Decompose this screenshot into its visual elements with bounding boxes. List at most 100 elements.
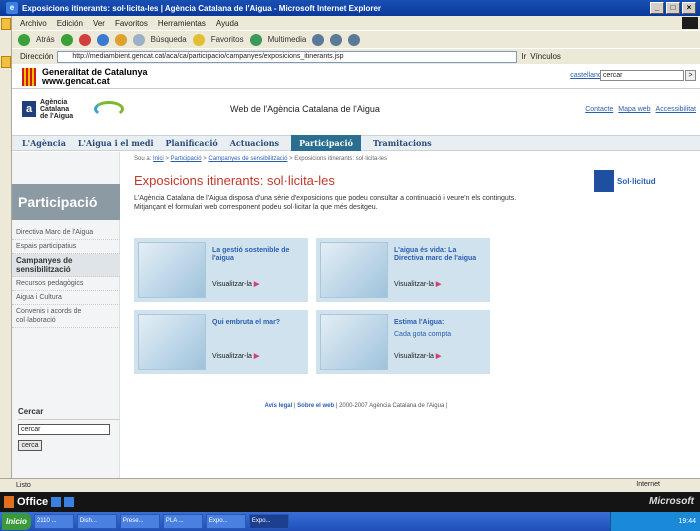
gencat-header: Generalitat de Catalunya www.gencat.cat … [12, 65, 700, 89]
minimize-button[interactable]: _ [650, 2, 664, 14]
breadcrumb-inici[interactable]: Inici [153, 156, 164, 162]
breadcrumb: Sou a: Inici > Participació > Campanyes … [134, 156, 387, 162]
aca-name-line2: de l'Aigua [40, 112, 74, 120]
maximize-button[interactable]: □ [666, 2, 680, 14]
taskbar-item[interactable]: Expo... [205, 514, 246, 529]
sidebar-item-cultura[interactable]: Aigua i Cultura [12, 291, 120, 305]
multimedia-button[interactable]: Multimedia [268, 35, 307, 44]
sidebar-item-convenis[interactable]: Convenis i acords de col·laboració [12, 305, 120, 328]
aca-logo-icon[interactable]: a [22, 101, 36, 117]
gencat-search-input[interactable]: cercar [600, 70, 684, 81]
menu-ayuda[interactable]: Ayuda [216, 19, 239, 28]
exhibition-card: Qui embruta el mar? Visualitzar-la ▶ [134, 310, 308, 374]
back-arrow-icon[interactable] [18, 33, 30, 46]
nav-agencia[interactable]: L'Agència [22, 138, 66, 148]
gencat-logo-icon[interactable] [22, 67, 36, 86]
favorites-button[interactable]: Favoritos [211, 35, 244, 44]
refresh-icon[interactable] [96, 33, 109, 46]
clock[interactable]: 19:44 [678, 518, 696, 525]
forward-arrow-icon[interactable] [60, 33, 73, 46]
sidebar-title: Participació [12, 184, 120, 220]
lang-castellano[interactable]: castellano [570, 72, 602, 79]
taskbar-item[interactable]: Dish... [76, 514, 117, 529]
multimedia-icon[interactable] [249, 33, 262, 46]
gencat-search-button[interactable]: > [685, 70, 696, 81]
aca-name[interactable]: Agència Catalana de l'Aigua [40, 99, 88, 120]
footer-legal-link[interactable]: Avís legal [264, 403, 292, 409]
search-button[interactable]: Búsqueda [151, 35, 187, 44]
exhibition-card: L'aigua és vida: La Directiva marc de l'… [316, 238, 490, 302]
link-accessibilitat[interactable]: Accessibilitat [656, 106, 696, 113]
exhibition-thumbnail[interactable] [138, 242, 206, 298]
print-icon[interactable] [348, 33, 361, 46]
taskbar-item[interactable]: PLA ... [162, 514, 203, 529]
aca-name-line1: Agència Catalana [40, 98, 70, 113]
links-button[interactable]: Vínculos [530, 52, 561, 61]
exhibition-title[interactable]: La gestió sostenible de l'aigua [212, 247, 304, 263]
taskbar-item-active[interactable]: Expo... [248, 514, 289, 529]
nav-participacio[interactable]: Participació [291, 135, 361, 151]
mail-icon[interactable] [330, 33, 343, 46]
url-input[interactable]: http://mediambient.gencat.cat/aca/ca/par… [57, 50, 518, 63]
nav-actuacions[interactable]: Actuacions [230, 138, 279, 148]
sidebar-item-campanyes[interactable]: Campanyes de sensibilització [12, 254, 120, 277]
page-icon [1, 18, 11, 30]
utility-links: Contacte Mapa web Accessibilitat [585, 106, 696, 113]
search-icon[interactable] [132, 33, 145, 46]
sidebar-search-input[interactable]: cercar [18, 424, 110, 435]
gencat-name[interactable]: Generalitat de Catalunya www.gencat.cat [42, 67, 148, 86]
visualitzar-label: Visualitzar-la [394, 353, 434, 360]
visualitzar-link[interactable]: Visualitzar-la ▶ [212, 280, 259, 288]
visualitzar-link[interactable]: Visualitzar-la ▶ [212, 352, 259, 360]
nav-aigua-medi[interactable]: L'Aigua i el medi [78, 138, 154, 148]
stop-icon[interactable] [78, 33, 91, 46]
breadcrumb-participacio[interactable]: Participació [171, 156, 202, 162]
taskbar-item[interactable]: 2110 ... [33, 514, 74, 529]
exhibition-card: La gestió sostenible de l'aigua Visualit… [134, 238, 308, 302]
office-app-icon[interactable] [51, 497, 62, 507]
sidebar-search-button[interactable]: cerca [18, 440, 42, 451]
sidebar-item-espais[interactable]: Espais participatius [12, 240, 120, 254]
breadcrumb-campanyes[interactable]: Campanyes de sensibilització [208, 156, 287, 162]
exhibition-thumbnail[interactable] [138, 314, 206, 370]
history-icon[interactable] [312, 33, 325, 46]
nav-planificacio[interactable]: Planificació [166, 138, 218, 148]
menu-ver[interactable]: Ver [93, 19, 105, 28]
menu-archivo[interactable]: Archivo [20, 19, 47, 28]
visualitzar-link[interactable]: Visualitzar-la ▶ [394, 280, 441, 288]
exhibition-title[interactable]: Qui embruta el mar? [212, 319, 304, 327]
exhibition-subtitle: Cada gota compta [394, 331, 452, 338]
menu-herramientas[interactable]: Herramientas [158, 19, 206, 28]
taskbar-item[interactable]: Prese... [119, 514, 160, 529]
go-button[interactable]: Ir [521, 52, 526, 61]
exhibition-thumbnail[interactable] [320, 314, 388, 370]
home-icon[interactable] [114, 33, 127, 46]
favorites-icon[interactable] [192, 33, 205, 46]
sidebar-item-recursos[interactable]: Recursos pedagògics [12, 277, 120, 291]
start-button[interactable]: Inicio [2, 513, 31, 530]
close-button[interactable]: × [682, 2, 696, 14]
link-contacte[interactable]: Contacte [585, 106, 613, 113]
nav-tramitacions[interactable]: Tramitacions [373, 138, 432, 148]
exhibition-thumbnail[interactable] [320, 242, 388, 298]
page-title: Exposicions itinerants: sol·licita-les [134, 173, 335, 188]
status-bar: Listo Internet [0, 478, 700, 492]
visualitzar-link[interactable]: Visualitzar-la ▶ [394, 352, 441, 360]
link-mapa-web[interactable]: Mapa web [618, 106, 650, 113]
menu-edicion[interactable]: Edición [57, 19, 83, 28]
sidebar-item-directiva[interactable]: Directiva Marc de l'Aigua [12, 226, 120, 240]
main-content: Sou a: Inici > Participació > Campanyes … [128, 152, 698, 478]
office-logo-icon [4, 496, 14, 508]
office-app-icon[interactable] [64, 497, 75, 507]
visualitzar-label: Visualitzar-la [212, 353, 252, 360]
menu-favoritos[interactable]: Favoritos [115, 19, 148, 28]
address-bar: Dirección http://mediambient.gencat.cat/… [0, 48, 700, 64]
exhibition-title[interactable]: Estima l'Aigua: [394, 319, 486, 327]
footer-about-link[interactable]: Sobre el web [297, 403, 334, 409]
sollicitud-link[interactable]: Sol·licitud [594, 170, 656, 192]
sidebar-menu: Directiva Marc de l'Aigua Espais partici… [12, 226, 120, 328]
exhibition-title[interactable]: L'aigua és vida: La Directiva marc de l'… [394, 247, 486, 263]
back-button[interactable]: Atrás [36, 35, 55, 44]
site-title: Web de l'Agència Catalana de l'Aigua [230, 104, 380, 114]
office-label[interactable]: Office [17, 496, 48, 508]
